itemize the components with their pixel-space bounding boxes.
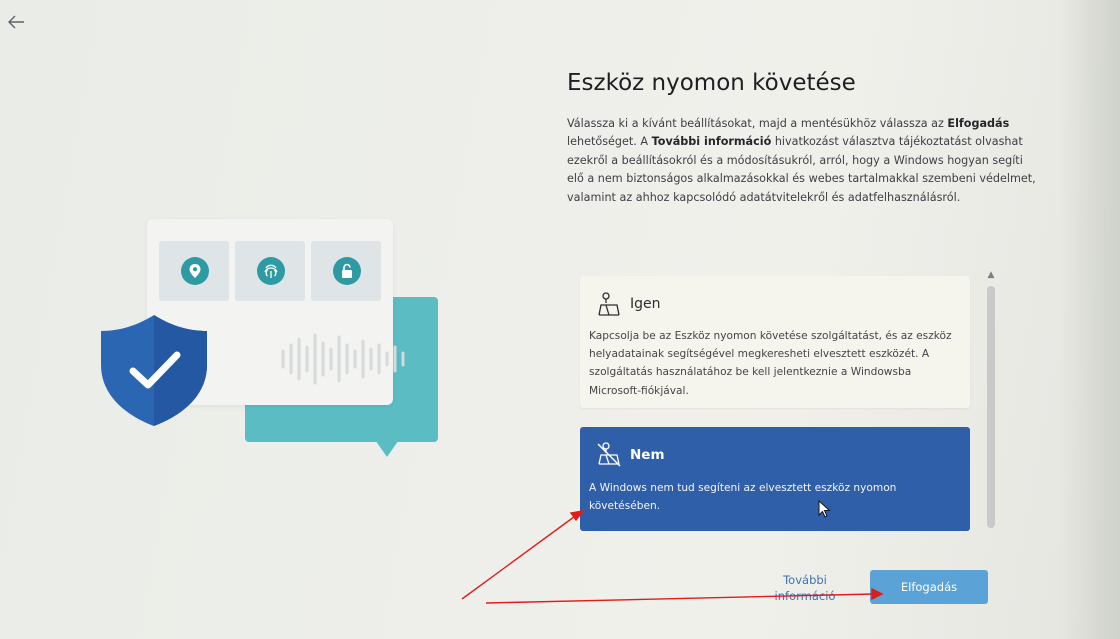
annotation-arrow-to-nem (461, 513, 579, 600)
annotation-arrow-to-accept (485, 593, 875, 604)
annotation-arrows (461, 510, 884, 604)
annotation-arrowhead-2 (871, 587, 884, 601)
setup-screen: Eszköz nyomon követése Válassza ki a kív… (0, 0, 1120, 639)
